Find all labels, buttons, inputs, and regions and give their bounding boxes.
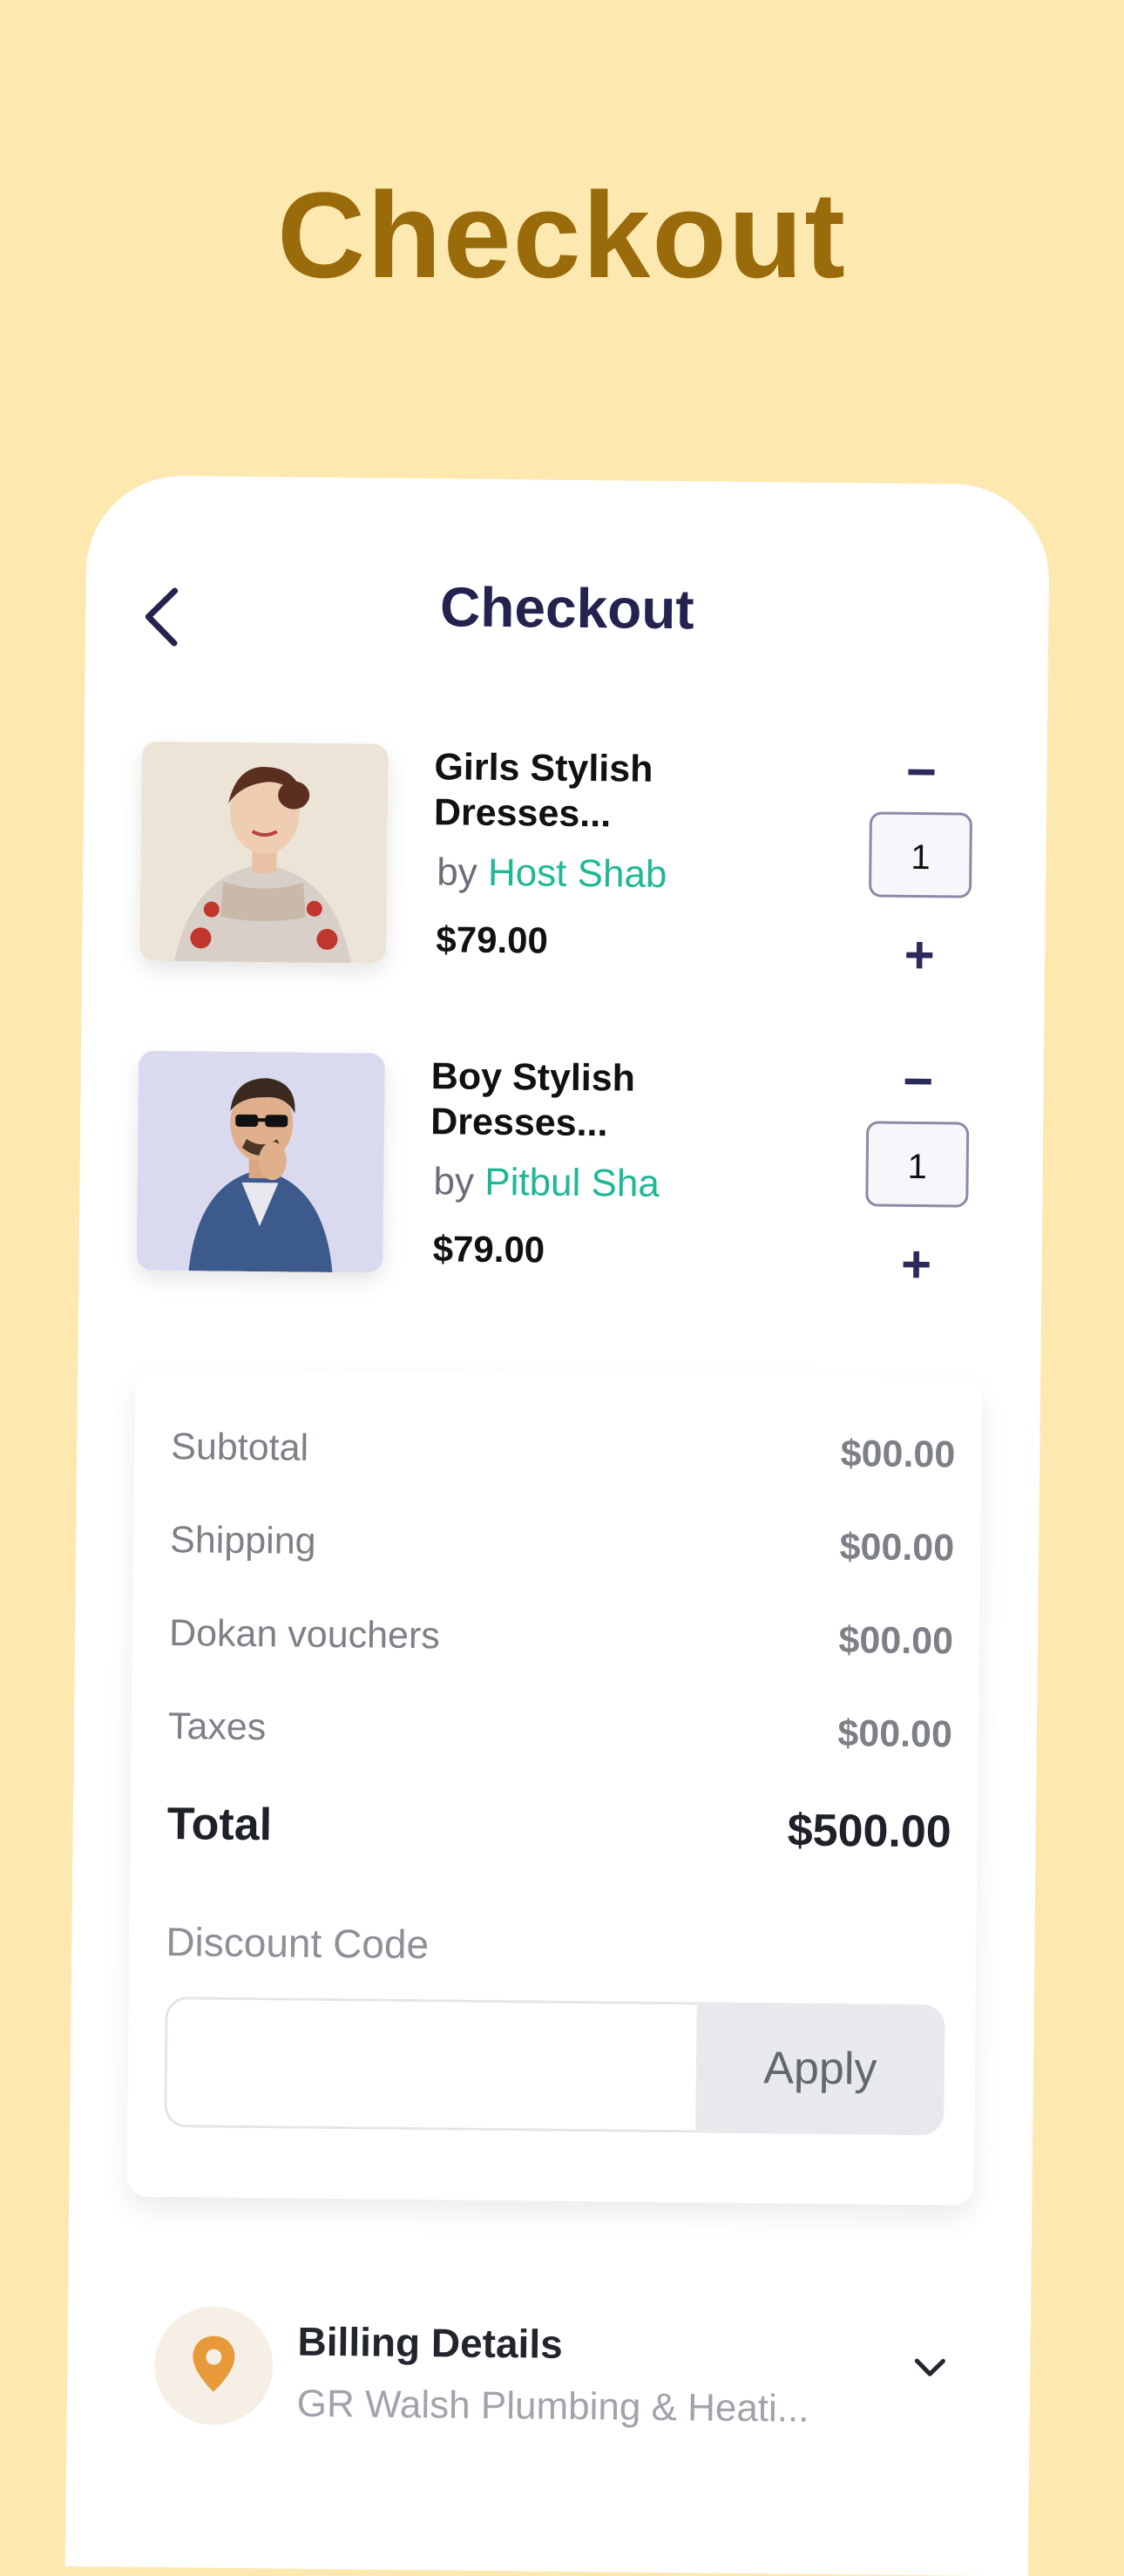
subtotal-label: Subtotal (171, 1426, 309, 1469)
seller-prefix: by (436, 851, 477, 894)
seller-name[interactable]: Host Shab (488, 851, 667, 896)
product-image-girls-dress[interactable] (139, 741, 389, 964)
subtotal-value: $00.00 (840, 1433, 956, 1476)
taxes-label: Taxes (167, 1705, 267, 1749)
total-row: Total $500.00 (166, 1798, 951, 1858)
page-title: Checkout (439, 575, 695, 641)
vouchers-row: Dokan vouchers $00.00 (168, 1612, 954, 1672)
shipping-value: $00.00 (839, 1526, 955, 1569)
increase-quantity-button[interactable]: + (885, 1235, 947, 1293)
apply-button[interactable]: Apply (695, 2002, 945, 2136)
total-label: Total (166, 1799, 273, 1851)
increase-quantity-button[interactable]: + (889, 925, 951, 984)
item-seller: by Pitbul Sha (433, 1160, 660, 1206)
vouchers-label: Dokan vouchers (168, 1612, 441, 1657)
cart-item: Boy Stylish Dresses... by Pitbul Sha $79… (136, 1050, 992, 1295)
shipping-label: Shipping (169, 1519, 316, 1563)
item-seller: by Host Shab (437, 851, 667, 897)
item-name: Boy Stylish Dresses... (430, 1055, 636, 1145)
taxes-row: Taxes $00.00 (167, 1705, 953, 1766)
location-pin-icon (193, 2335, 235, 2392)
location-pin-icon-container (153, 2305, 274, 2426)
checkout-card: Checkout Girls Stylish Dresses... by Hos (64, 475, 1050, 2576)
shipping-row: Shipping $00.00 (169, 1519, 955, 1579)
billing-title: Billing Details (297, 2318, 564, 2367)
seller-prefix: by (433, 1160, 475, 1203)
vouchers-value: $00.00 (838, 1619, 954, 1663)
order-summary: Subtotal $00.00 Shipping $00.00 Dokan vo… (126, 1368, 983, 2206)
taxes-value: $00.00 (837, 1712, 953, 1756)
billing-address: GR Walsh Plumbing & Heati... (296, 2382, 809, 2430)
subtotal-row: Subtotal $00.00 (171, 1426, 956, 1486)
decrease-quantity-button[interactable]: − (887, 1052, 949, 1110)
item-name: Girls Stylish Dresses... (433, 746, 653, 836)
discount-code-input[interactable] (164, 1996, 697, 2133)
seller-name[interactable]: Pitbul Sha (484, 1161, 660, 1205)
decrease-quantity-button[interactable]: − (890, 742, 952, 801)
cart-item: Girls Stylish Dresses... by Host Shab $7… (139, 741, 996, 986)
discount-code-label: Discount Code (166, 1919, 430, 1968)
hero-title: Checkout (277, 166, 847, 303)
chevron-down-icon[interactable] (912, 2356, 947, 2380)
quantity-field[interactable]: 1 (868, 811, 972, 898)
product-image-boys-dress[interactable] (136, 1050, 386, 1273)
billing-details-row[interactable]: Billing Details GR Walsh Plumbing & Heat… (153, 2305, 945, 2488)
total-value: $500.00 (787, 1805, 952, 1858)
quantity-field[interactable]: 1 (865, 1121, 970, 1208)
item-price: $79.00 (436, 919, 549, 961)
item-price: $79.00 (432, 1228, 545, 1271)
